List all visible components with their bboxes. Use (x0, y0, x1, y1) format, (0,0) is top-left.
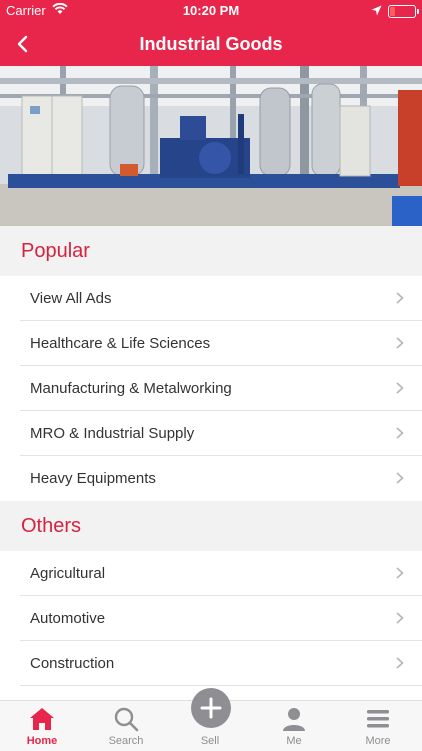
list-item-label: Manufacturing & Metalworking (30, 380, 232, 397)
person-icon (283, 708, 305, 731)
section-title-others: Others (21, 515, 82, 537)
list-item-label: Healthcare & Life Sciences (30, 335, 211, 352)
list-item-manufacturing-metalworking[interactable]: Manufacturing & Metalworking (0, 366, 422, 411)
chevron-right-icon (396, 337, 404, 349)
chevron-right-icon (396, 292, 404, 304)
home-icon (30, 708, 54, 730)
search-icon (114, 707, 139, 732)
section-header-others: Others (0, 501, 422, 551)
list-item-mro-industrial-supply[interactable]: MRO & Industrial Supply (0, 411, 422, 456)
list-item-automotive[interactable]: Automotive (0, 596, 422, 641)
list-item-label: MRO & Industrial Supply (30, 425, 195, 442)
list-item-construction[interactable]: Construction (0, 641, 422, 686)
list-item-label: Construction (30, 655, 115, 672)
list-item-healthcare-life-sciences[interactable]: Healthcare & Life Sciences (0, 321, 422, 366)
hero-image (0, 66, 422, 226)
sell-button[interactable] (191, 688, 231, 728)
list-item-view-all-ads[interactable]: View All Ads (0, 276, 422, 321)
section-title-popular: Popular (21, 240, 90, 262)
battery-level (390, 7, 395, 16)
plus-icon (200, 697, 222, 719)
chevron-right-icon (396, 472, 404, 484)
list-item-agricultural[interactable]: Agricultural (0, 551, 422, 596)
list-item-label: Agricultural (30, 565, 106, 582)
clock: 10:20 PM (182, 3, 240, 18)
list-item-label: View All Ads (30, 290, 112, 307)
status-bar: Carrier 10:20 PM (0, 0, 422, 22)
location-arrow-icon (371, 4, 382, 19)
tab-label: Home (26, 735, 58, 747)
battery-icon (388, 5, 419, 18)
chevron-right-icon (396, 612, 404, 624)
chevron-right-icon (396, 427, 404, 439)
tab-search[interactable]: Search (84, 701, 168, 751)
tab-home[interactable]: Home (0, 701, 84, 751)
tab-label: Me (286, 735, 302, 747)
chevron-right-icon (396, 567, 404, 579)
list-item-label: Heavy Equipments (30, 470, 156, 487)
menu-icon (367, 710, 389, 728)
tab-me[interactable]: Me (252, 701, 336, 751)
chevron-right-icon (396, 657, 404, 669)
popular-list: View All Ads Healthcare & Life Sciences … (0, 276, 422, 501)
tab-more[interactable]: More (336, 701, 420, 751)
navigation-bar: Industrial Goods (0, 22, 422, 66)
list-item-label: Automotive (30, 610, 106, 627)
tab-label: Sell (200, 735, 220, 747)
list-item-heavy-equipments[interactable]: Heavy Equipments (0, 456, 422, 501)
tab-label: Search (108, 735, 144, 747)
section-header-popular: Popular (0, 226, 422, 276)
page-title: Industrial Goods (139, 34, 283, 54)
tab-label: More (365, 735, 391, 747)
chevron-right-icon (396, 382, 404, 394)
